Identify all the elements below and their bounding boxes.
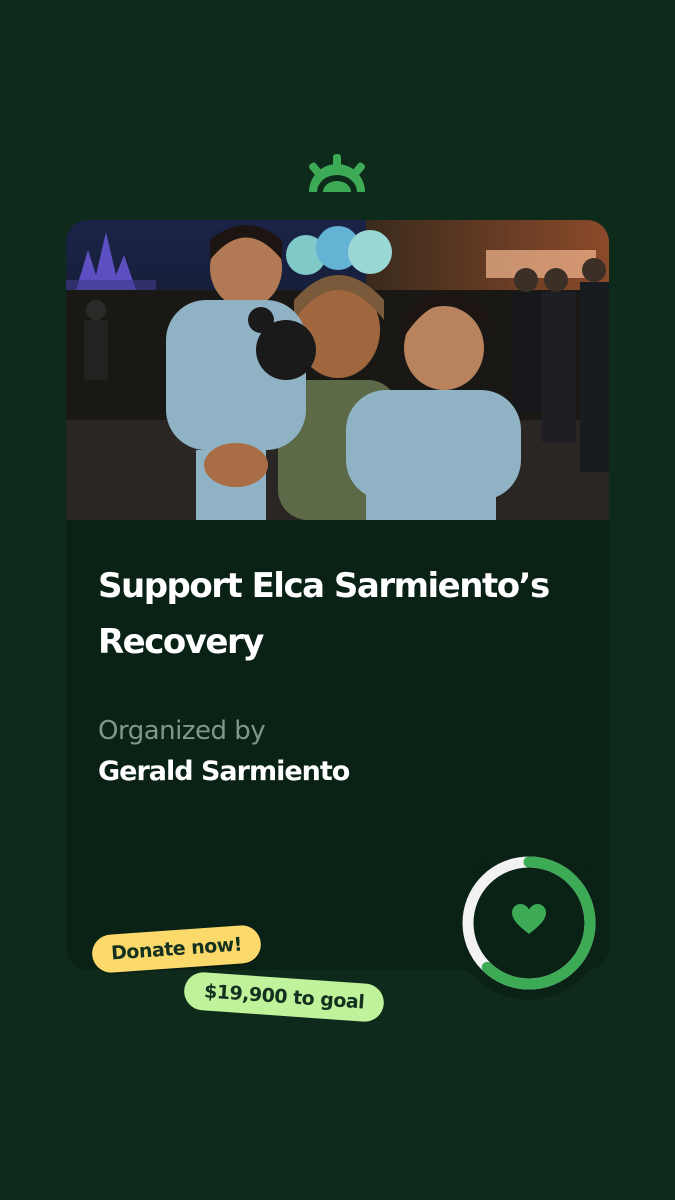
goal-remaining-badge: $19,900 to goal (182, 971, 386, 1023)
campaign-photo (66, 220, 609, 520)
heart-icon (512, 904, 546, 934)
campaign-title[interactable]: Support Elca Sarmiento’s Recovery (98, 558, 588, 670)
gofundme-logo-icon (309, 154, 365, 192)
organized-by-label: Organized by (98, 716, 266, 746)
organizer-name[interactable]: Gerald Sarmiento (98, 756, 350, 787)
